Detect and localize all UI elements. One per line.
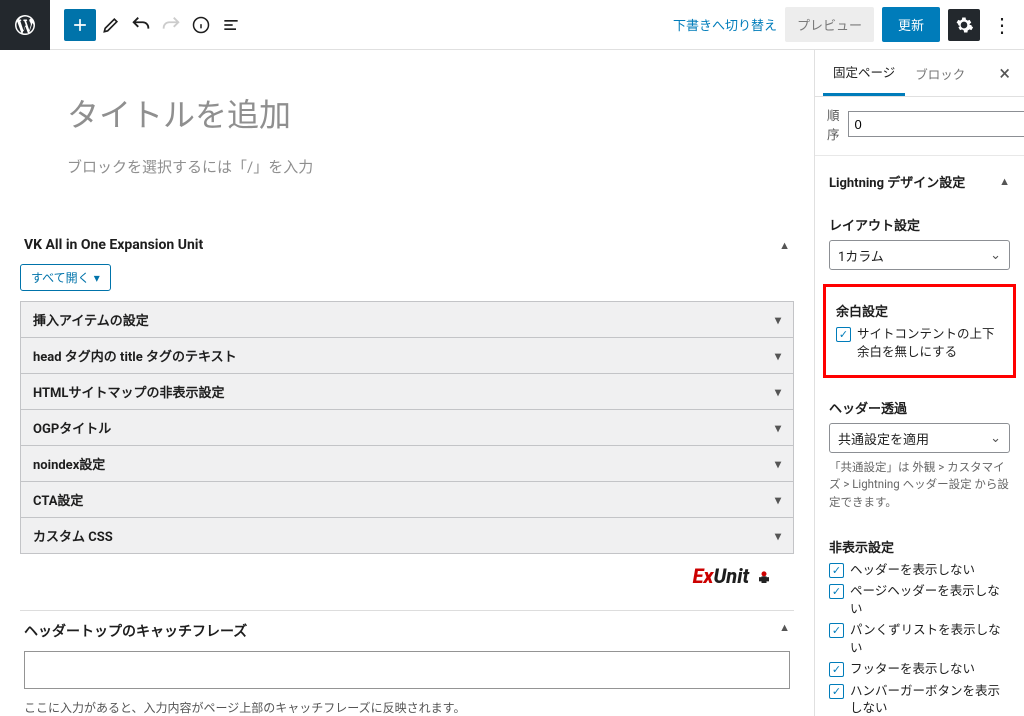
header-trans-note: 「共通設定」は 外観 > カスタマイズ > Lightning ヘッダー設定 か… (829, 459, 1010, 511)
hide-title: 非表示設定 (829, 537, 1010, 556)
switch-to-draft-link[interactable]: 下書きへ切り替え (673, 15, 777, 34)
editor-topbar: 下書きへ切り替え プレビュー 更新 ⋮ (0, 0, 1024, 50)
checkbox-checked-icon[interactable]: ✓ (829, 584, 844, 599)
catchphrase-note: ここに入力があると、入力内容がページ上部のキャッチフレーズに反映されます。 (24, 699, 790, 716)
preview-button[interactable]: プレビュー (785, 7, 874, 42)
checkbox-checked-icon[interactable]: ✓ (829, 563, 844, 578)
layout-select[interactable]: 1カラム⌄ (829, 240, 1010, 270)
chevron-down-icon: ▾ (775, 457, 781, 471)
close-icon[interactable]: × (993, 61, 1016, 85)
chevron-down-icon: ▾ (775, 421, 781, 435)
tab-block[interactable]: ブロック (905, 52, 975, 95)
vk-section-ogp-title[interactable]: OGPタイトル▾ (20, 410, 794, 446)
vk-exunit-metabox: VK All in One Expansion Unit ▲ すべて開く ▾ 挿… (20, 227, 794, 592)
hide-footer-row[interactable]: ✓フッターを表示しない (829, 661, 1010, 679)
catchphrase-textarea[interactable] (24, 651, 790, 689)
margin-setting-highlight: 余白設定 ✓ サイトコンテントの上下余白を無しにする (823, 284, 1016, 378)
vk-panel-title: VK All in One Expansion Unit (24, 237, 203, 253)
tab-page[interactable]: 固定ページ (823, 50, 905, 96)
order-label: 順序 (827, 105, 840, 143)
exunit-logo: ExUnit (20, 554, 794, 592)
margin-title: 余白設定 (836, 301, 1003, 320)
vk-sections-list: 挿入アイテムの設定▾ head タグ内の title タグのテキスト▾ HTML… (20, 301, 794, 554)
settings-sidebar: 固定ページ ブロック × 順序 Lightning デザイン設定 ▲ レイアウト… (814, 50, 1024, 716)
header-transparent-setting: ヘッダー透過 共通設定を適用⌄ 「共通設定」は 外観 > カスタマイズ > Li… (815, 386, 1024, 525)
sidebar-tabs: 固定ページ ブロック × (815, 50, 1024, 97)
title-input[interactable]: タイトルを追加 (67, 90, 747, 136)
order-input[interactable] (848, 111, 1024, 137)
hide-header-row[interactable]: ✓ヘッダーを表示しない (829, 562, 1010, 580)
checkbox-checked-icon[interactable]: ✓ (829, 662, 844, 677)
vk-section-custom-css[interactable]: カスタム CSS▾ (20, 518, 794, 554)
hide-page-header-row[interactable]: ✓ページヘッダーを表示しない (829, 583, 1010, 618)
open-all-button[interactable]: すべて開く ▾ (20, 264, 111, 291)
vk-section-cta[interactable]: CTA設定▾ (20, 482, 794, 518)
vk-section-html-sitemap[interactable]: HTMLサイトマップの非表示設定▾ (20, 374, 794, 410)
edit-mode-icon[interactable] (96, 0, 126, 50)
chevron-down-icon: ▾ (775, 313, 781, 327)
vk-panel-header[interactable]: VK All in One Expansion Unit ▲ (20, 227, 794, 264)
chevron-down-icon: ⌄ (990, 431, 1001, 446)
update-button[interactable]: 更新 (882, 7, 940, 42)
chevron-up-icon[interactable]: ▲ (779, 239, 790, 252)
chevron-down-icon: ▾ (775, 493, 781, 507)
chevron-up-icon[interactable]: ▲ (999, 175, 1010, 188)
block-prompt[interactable]: ブロックを選択するには「/」を入力 (67, 156, 747, 177)
checkbox-checked-icon[interactable]: ✓ (836, 327, 851, 342)
add-block-button[interactable] (64, 9, 96, 41)
settings-button[interactable] (948, 9, 980, 41)
hide-breadcrumb-row[interactable]: ✓パンくずリストを表示しない (829, 622, 1010, 657)
chevron-up-icon[interactable]: ▲ (779, 621, 790, 641)
hide-hamburger-row[interactable]: ✓ハンバーガーボタンを表示しない (829, 683, 1010, 716)
undo-icon[interactable] (126, 0, 156, 50)
chevron-down-icon: ▾ (775, 529, 781, 543)
checkbox-checked-icon[interactable]: ✓ (829, 684, 844, 699)
redo-icon (156, 0, 186, 50)
chevron-down-icon: ⌄ (990, 248, 1001, 263)
design-panel-header[interactable]: Lightning デザイン設定 ▲ (815, 160, 1024, 203)
order-row: 順序 (815, 97, 1024, 151)
topbar-left (0, 0, 246, 49)
topbar-right: 下書きへ切り替え プレビュー 更新 ⋮ (673, 7, 1024, 42)
chevron-down-icon: ▾ (94, 271, 100, 285)
header-trans-select[interactable]: 共通設定を適用⌄ (829, 423, 1010, 453)
catchphrase-title: ヘッダートップのキャッチフレーズ (24, 621, 247, 641)
layout-title: レイアウト設定 (829, 215, 1010, 234)
info-icon[interactable] (186, 0, 216, 50)
wordpress-logo[interactable] (0, 0, 50, 50)
vk-section-head-title[interactable]: head タグ内の title タグのテキスト▾ (20, 338, 794, 374)
layout-setting: レイアウト設定 1カラム⌄ (815, 203, 1024, 278)
chevron-down-icon: ▾ (775, 385, 781, 399)
outline-icon[interactable] (216, 0, 246, 50)
chevron-down-icon: ▾ (775, 349, 781, 363)
header-trans-title: ヘッダー透過 (829, 398, 1010, 417)
vk-section-noindex[interactable]: noindex設定▾ (20, 446, 794, 482)
margin-checkbox-row[interactable]: ✓ サイトコンテントの上下余白を無しにする (836, 326, 1003, 361)
hide-setting: 非表示設定 ✓ヘッダーを表示しない ✓ページヘッダーを表示しない ✓パンくずリス… (815, 525, 1024, 716)
checkbox-checked-icon[interactable]: ✓ (829, 623, 844, 638)
vk-section-insert-items[interactable]: 挿入アイテムの設定▾ (20, 301, 794, 338)
editor-area[interactable]: タイトルを追加 ブロックを選択するには「/」を入力 VK All in One … (0, 50, 814, 716)
catchphrase-panel-header[interactable]: ヘッダートップのキャッチフレーズ ▲ (0, 611, 814, 651)
more-options-icon[interactable]: ⋮ (988, 13, 1016, 37)
